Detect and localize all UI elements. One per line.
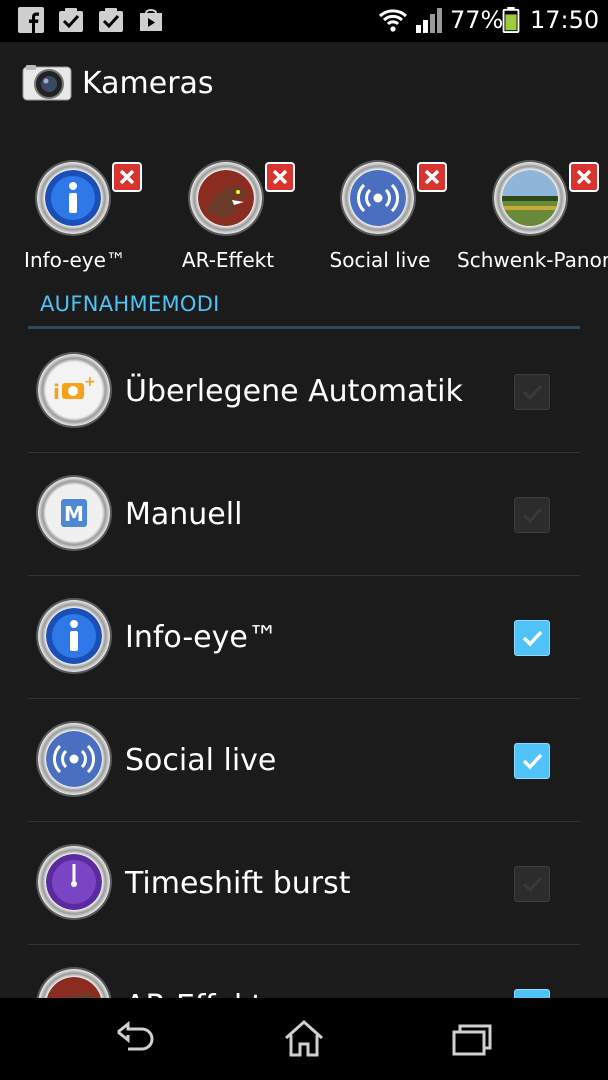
recent-apps-icon[interactable] — [450, 1018, 494, 1058]
back-icon[interactable] — [114, 1018, 158, 1058]
list-item[interactable]: AR-Effekt — [0, 945, 608, 998]
list-item[interactable]: Timeshift burst — [0, 822, 608, 945]
close-icon — [576, 169, 592, 185]
mode-checkbox[interactable] — [514, 497, 550, 533]
checkmark-icon — [515, 990, 549, 998]
mode-label: Überlegene Automatik — [125, 374, 463, 409]
close-icon — [119, 169, 135, 185]
remove-button[interactable] — [569, 162, 599, 192]
selected-mode-panorama[interactable]: Schwenk-Panora — [457, 128, 608, 288]
selected-mode-ar-effekt[interactable]: AR-Effekt — [153, 128, 303, 288]
status-bar: 77% 17:50 — [0, 0, 608, 42]
mode-label: Manuell — [125, 497, 243, 532]
manual-icon: M — [38, 477, 110, 549]
close-icon — [272, 169, 288, 185]
checkmark-icon — [522, 630, 543, 647]
list-item[interactable]: Social live — [0, 699, 608, 822]
info-eye-icon — [37, 162, 109, 234]
camera-icon[interactable] — [22, 64, 72, 102]
battery-icon — [502, 7, 520, 33]
section-divider — [28, 326, 580, 329]
list-item[interactable]: Info-eye™ — [0, 576, 608, 699]
play-store-icon — [140, 9, 162, 31]
svg-text:+: + — [84, 374, 96, 390]
close-icon — [424, 169, 440, 185]
svg-text:i: i — [53, 380, 60, 404]
signal-icon — [416, 8, 442, 33]
list-item[interactable]: M Manuell — [0, 453, 608, 576]
mode-checkbox[interactable] — [514, 374, 550, 410]
mode-checkbox[interactable] — [514, 989, 550, 998]
timeshift-icon — [38, 846, 110, 918]
selected-mode-info-eye[interactable]: Info-eye™ — [0, 128, 150, 288]
info-eye-icon — [38, 600, 110, 672]
selected-modes-strip: Info-eye™ AR-Effekt Social live Schwenk-… — [0, 128, 608, 288]
ar-effect-icon — [38, 969, 110, 998]
selected-mode-label: Schwenk-Panora — [457, 248, 608, 272]
mode-checkbox[interactable] — [514, 620, 550, 656]
mode-label: Social live — [125, 743, 277, 778]
mode-label: Info-eye™ — [125, 620, 278, 655]
superior-auto-icon: i + — [38, 354, 110, 426]
checkmark-icon — [522, 876, 543, 893]
remove-button[interactable] — [265, 162, 295, 192]
social-live-icon — [342, 162, 414, 234]
checkmark-icon — [522, 753, 543, 770]
checkbox-icon — [99, 8, 123, 32]
facebook-icon — [18, 7, 44, 33]
mode-list[interactable]: i + Überlegene Automatik M Manuell Info-… — [0, 330, 608, 998]
action-bar: Kameras — [0, 42, 608, 128]
mode-checkbox[interactable] — [514, 866, 550, 902]
section-header: AUFNAHMEMODI — [40, 292, 220, 316]
selected-mode-label: Info-eye™ — [24, 248, 126, 272]
checkmark-icon — [522, 384, 543, 401]
social-live-icon — [38, 723, 110, 795]
svg-text:M: M — [64, 502, 84, 526]
selected-mode-label: Social live — [329, 248, 431, 272]
panorama-icon — [494, 162, 566, 234]
clock: 17:50 — [530, 6, 600, 34]
wifi-icon — [378, 9, 408, 32]
remove-button[interactable] — [417, 162, 447, 192]
selected-mode-label: AR-Effekt — [181, 248, 275, 272]
selected-mode-social-live[interactable]: Social live — [305, 128, 455, 288]
list-item[interactable]: i + Überlegene Automatik — [0, 330, 608, 453]
navigation-bar — [0, 998, 608, 1080]
page-title: Kameras — [82, 66, 214, 101]
mode-label: AR-Effekt — [125, 989, 263, 998]
ar-effect-icon — [190, 162, 262, 234]
remove-button[interactable] — [112, 162, 142, 192]
mode-checkbox[interactable] — [514, 743, 550, 779]
checkmark-icon — [522, 507, 543, 524]
mode-label: Timeshift burst — [125, 866, 351, 901]
checkbox-icon — [59, 8, 83, 32]
battery-percent: 77% — [450, 6, 504, 34]
home-icon[interactable] — [282, 1018, 326, 1058]
